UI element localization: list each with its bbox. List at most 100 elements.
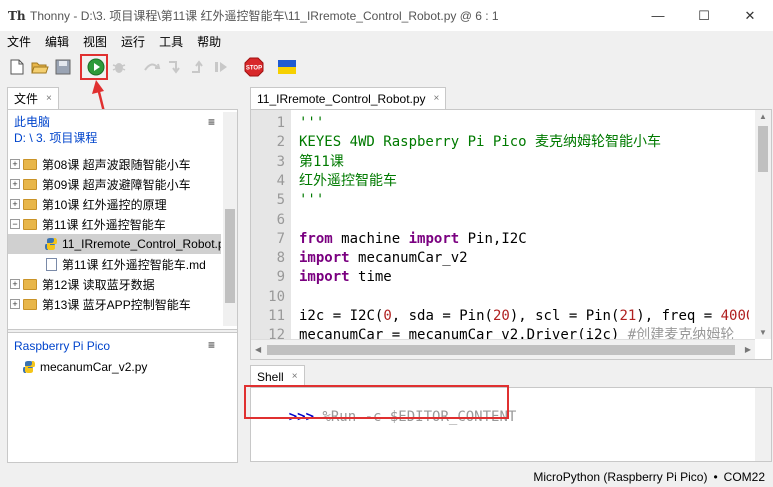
code-line[interactable]: 红外遥控智能车	[299, 172, 749, 191]
tab-shell-close-icon[interactable]: ×	[292, 371, 298, 382]
code-line[interactable]: import mecanumCar_v2	[299, 249, 749, 268]
editor-horizontal-scrollbar[interactable]: ◀ ▶	[251, 339, 755, 359]
code-line[interactable]: import time	[299, 268, 749, 287]
files-scrollbar[interactable]	[223, 112, 237, 326]
minimize-button[interactable]: —	[635, 0, 681, 31]
code-line[interactable]: KEYES 4WD Raspberry Pi Pico 麦克纳姆轮智能小车	[299, 133, 749, 152]
collapse-icon[interactable]: −	[10, 219, 20, 229]
files-scroll-thumb[interactable]	[225, 209, 235, 303]
tree-row-label: 第12课 读取蓝牙数据	[42, 277, 155, 292]
folder-icon	[23, 298, 37, 310]
tree-row-label: 11_IRremote_Control_Robot.py	[62, 237, 221, 251]
code-text[interactable]: ''' KEYES 4WD Raspberry Pi Pico 麦克纳姆轮智能小车…	[299, 114, 749, 339]
line-number: 9	[276, 269, 285, 286]
open-file-icon[interactable]	[29, 56, 51, 78]
resume-icon[interactable]	[210, 56, 232, 78]
line-number: 6	[276, 211, 285, 228]
code-editor[interactable]: 1 2 3 4 5 6 7 8 9 10 11 12 ''' KEYES 4WD …	[250, 109, 772, 360]
menu-edit[interactable]: 编辑	[38, 33, 76, 50]
maximize-button[interactable]: ☐	[681, 0, 727, 31]
stop-icon[interactable]: STOP	[243, 56, 265, 78]
debug-icon[interactable]	[108, 56, 130, 78]
interpreter-status[interactable]: MicroPython (Raspberry Pi Pico)	[533, 470, 707, 484]
code-line[interactable]: '''	[299, 114, 749, 133]
tab-shell[interactable]: Shell ×	[250, 365, 305, 387]
tree-row-label: 第09课 超声波避障智能小车	[42, 177, 191, 192]
code-line[interactable]: from machine import Pin,I2C	[299, 230, 749, 249]
tab-shell-label: Shell	[257, 369, 284, 384]
close-window-button[interactable]: ✕	[727, 0, 773, 31]
tree-row-label: 第11课 红外遥控智能车.md	[62, 257, 206, 272]
expand-icon[interactable]: +	[10, 199, 20, 209]
tab-editor-label: 11_IRremote_Control_Robot.py	[257, 91, 426, 106]
scroll-down-icon[interactable]: ▼	[759, 328, 767, 337]
tree-row-lesson10[interactable]: + 第10课 红外遥控的原理	[8, 194, 221, 214]
status-separator: •	[713, 469, 718, 484]
expand-icon[interactable]: +	[10, 179, 20, 189]
new-file-icon[interactable]	[6, 56, 28, 78]
menu-file[interactable]: 文件	[0, 33, 38, 50]
tree-row-lesson12[interactable]: + 第12课 读取蓝牙数据	[8, 274, 221, 294]
code-line[interactable]: mecanumCar = mecanumCar_v2.Driver(i2c) #…	[299, 326, 749, 339]
menu-run[interactable]: 运行	[114, 33, 152, 50]
menu-bar: 文件 编辑 视图 运行 工具 帮助	[0, 31, 773, 51]
tree-row-lesson08[interactable]: + 第08课 超声波跟随智能小车	[8, 154, 221, 174]
computer-label: 此电脑	[14, 115, 51, 129]
step-out-icon[interactable]	[187, 56, 209, 78]
run-button-highlight	[80, 54, 108, 80]
code-line[interactable]: 第11课	[299, 153, 749, 172]
device-file-row[interactable]: mecanumCar_v2.py	[8, 357, 237, 377]
tab-editor[interactable]: 11_IRremote_Control_Robot.py ×	[250, 87, 447, 109]
folder-icon	[23, 278, 37, 290]
menu-tools[interactable]: 工具	[152, 33, 190, 50]
shell-scrollbar[interactable]	[755, 388, 771, 461]
folder-icon	[23, 158, 37, 170]
code-line[interactable]: '''	[299, 191, 749, 210]
files-menu-icon[interactable]: ≡	[208, 115, 215, 129]
pane-divider[interactable]	[8, 329, 237, 333]
save-icon[interactable]	[52, 56, 74, 78]
line-number: 4	[276, 172, 285, 189]
expand-icon[interactable]: +	[10, 299, 20, 309]
code-line[interactable]: i2c = I2C(0, sda = Pin(20), scl = Pin(21…	[299, 307, 749, 326]
tree-row-lesson13[interactable]: + 第13课 蓝牙APP控制智能车	[8, 294, 221, 314]
tab-files-close-icon[interactable]: ×	[46, 93, 52, 104]
python-file-icon	[44, 237, 58, 251]
line-number: 10	[268, 288, 285, 305]
tab-files[interactable]: 文件 ×	[7, 87, 59, 109]
port-status[interactable]: COM22	[724, 470, 765, 484]
code-line[interactable]	[299, 288, 749, 307]
status-bar: MicroPython (Raspberry Pi Pico) • COM22	[0, 466, 773, 487]
device-file-label: mecanumCar_v2.py	[40, 360, 148, 374]
tree-row-lesson11-md[interactable]: 第11课 红外遥控智能车.md	[8, 254, 221, 274]
step-into-icon[interactable]	[164, 56, 186, 78]
expand-icon[interactable]: +	[10, 279, 20, 289]
line-number: 3	[276, 153, 285, 170]
line-number: 7	[276, 230, 285, 247]
scroll-up-icon[interactable]: ▲	[759, 112, 767, 121]
line-number: 11	[268, 308, 285, 324]
menu-view[interactable]: 视图	[76, 33, 114, 50]
line-number-gutter: 1 2 3 4 5 6 7 8 9 10 11 12	[251, 110, 291, 343]
editor-vscroll-thumb[interactable]	[758, 126, 768, 172]
tab-editor-close-icon[interactable]: ×	[434, 93, 440, 104]
expand-icon[interactable]: +	[10, 159, 20, 169]
ukraine-flag-icon[interactable]	[276, 56, 298, 78]
menu-help[interactable]: 帮助	[190, 33, 228, 50]
tree-row-robot-py[interactable]: 11_IRremote_Control_Robot.py	[8, 234, 221, 254]
current-path[interactable]: D: \ 3. 项目课程	[14, 130, 231, 146]
scroll-right-icon[interactable]: ▶	[745, 345, 751, 354]
code-line[interactable]	[299, 210, 749, 229]
editor-vertical-scrollbar[interactable]: ▲ ▼	[755, 110, 771, 339]
line-number: 1	[276, 115, 285, 131]
device-menu-icon[interactable]: ≡	[208, 338, 215, 352]
editor-hscroll-thumb[interactable]	[267, 345, 735, 355]
folder-icon	[23, 198, 37, 210]
thonny-logo-icon: Th	[8, 8, 26, 23]
window-controls: — ☐ ✕	[635, 0, 773, 31]
python-file-icon	[22, 360, 36, 374]
tree-row-lesson11[interactable]: − 第11课 红外遥控智能车	[8, 214, 221, 234]
tree-row-lesson09[interactable]: + 第09课 超声波避障智能小车	[8, 174, 221, 194]
step-over-icon[interactable]	[141, 56, 163, 78]
scroll-left-icon[interactable]: ◀	[255, 345, 261, 354]
